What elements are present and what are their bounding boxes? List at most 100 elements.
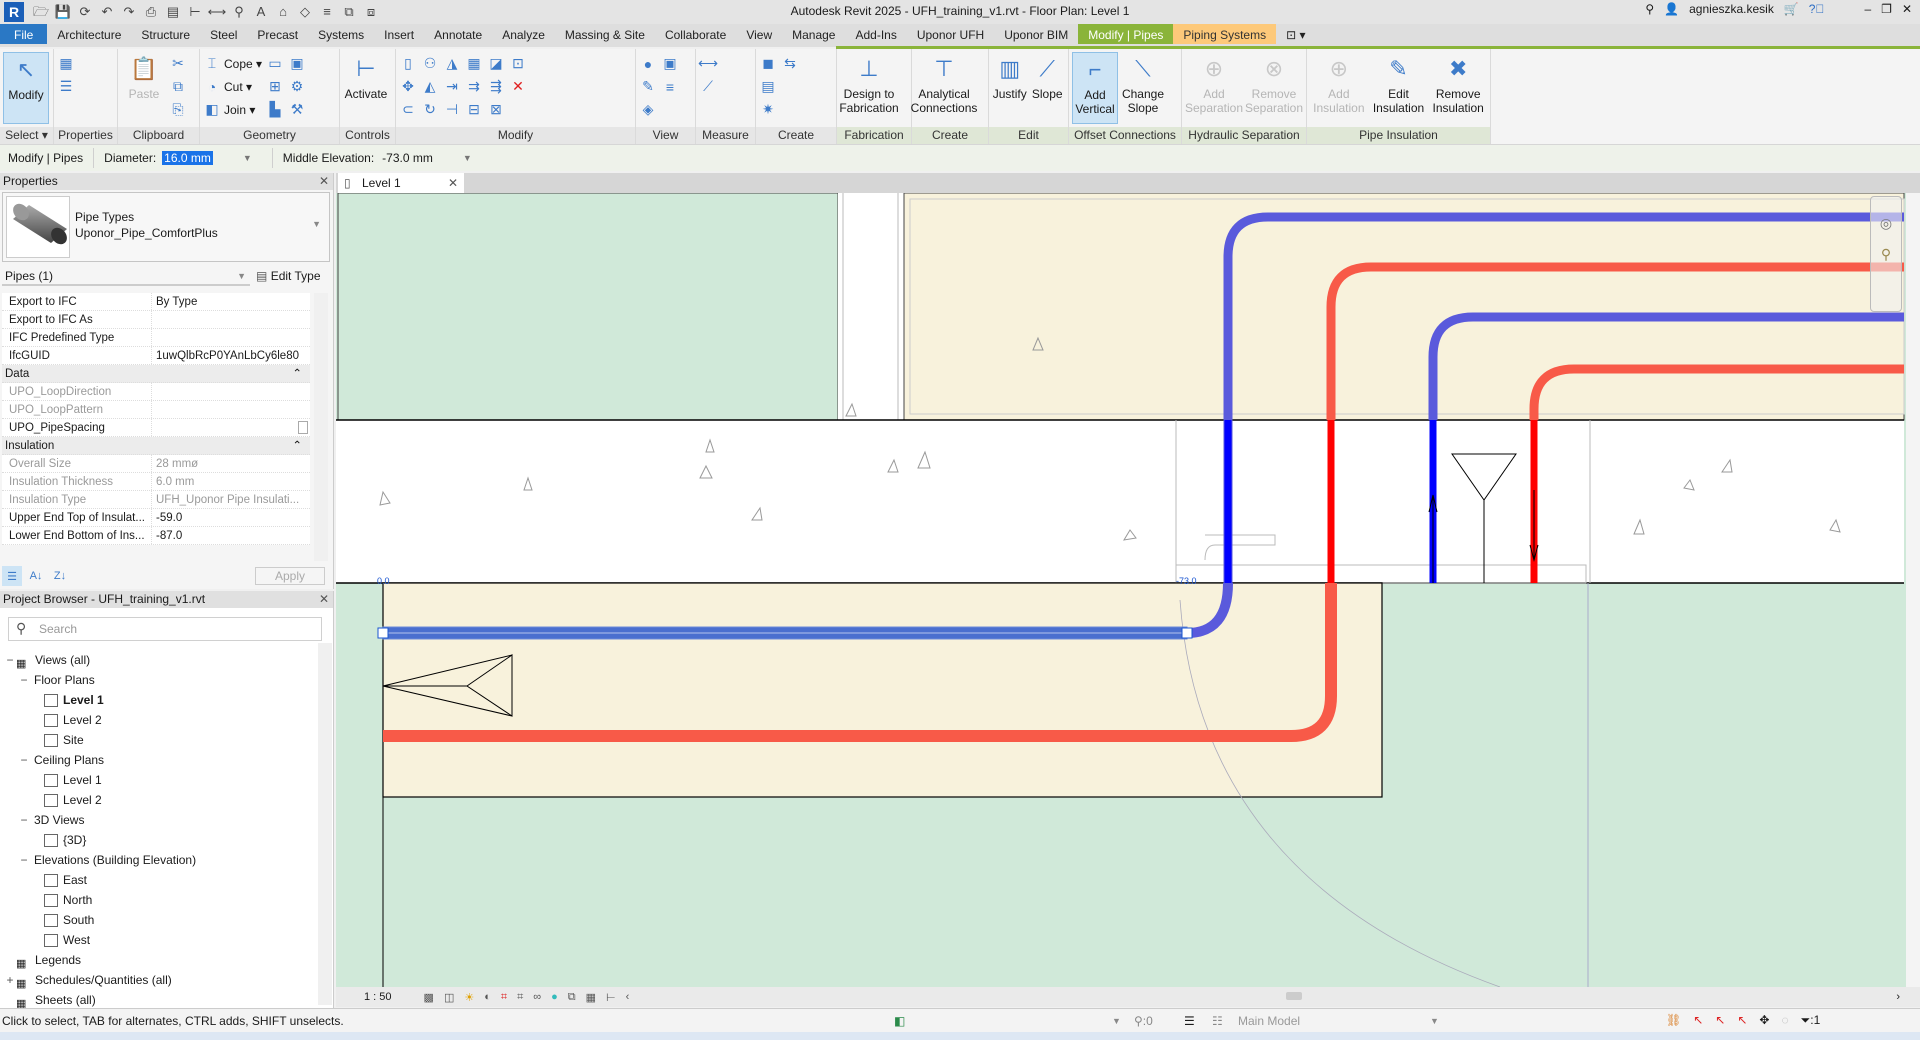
design-option-list-icon[interactable]: ☷ xyxy=(1212,1014,1223,1028)
property-group-data[interactable]: Data ⌃ xyxy=(2,365,310,383)
cope-button[interactable]: ⌶ Cope ▾ xyxy=(203,52,262,75)
move-button[interactable]: ✥ xyxy=(399,75,417,98)
browser-item[interactable]: South xyxy=(0,910,318,930)
hide-button[interactable]: ● xyxy=(639,52,657,75)
cart-icon[interactable]: 🛒 xyxy=(1784,2,1799,16)
show-crop-icon[interactable]: ⌗ xyxy=(517,991,523,1004)
visual-style-icon[interactable]: ◫ xyxy=(444,991,454,1004)
split-face-button[interactable]: ⊞ xyxy=(266,75,284,98)
type-properties-button[interactable]: ▦ xyxy=(57,52,75,75)
paint-button[interactable]: ▙ xyxy=(266,98,284,121)
sync-icon[interactable]: ⟳ xyxy=(74,2,96,22)
filter-button[interactable]: ▣ xyxy=(661,52,679,75)
property-group-insulation[interactable]: Insulation ⌃ xyxy=(2,437,310,455)
add-separation-button[interactable]: ⊕ Add Separation xyxy=(1185,52,1243,124)
drawing-canvas[interactable]: 0.0 -73.0 ◎ ⚲ xyxy=(336,192,1920,988)
edit-type-button[interactable]: ▤ Edit Type xyxy=(256,266,321,286)
slope-button[interactable]: ⟋ Slope xyxy=(1030,52,1066,124)
demolish-button[interactable]: ⚒ xyxy=(288,98,306,121)
property-value[interactable]: By Type xyxy=(152,293,310,310)
measure-icon[interactable]: ⟷ xyxy=(206,2,228,22)
worksets-icon[interactable]: ⚲:0 xyxy=(1134,1014,1153,1028)
close-icon[interactable]: ✕ xyxy=(448,173,458,193)
cut-button[interactable]: ✂ xyxy=(169,52,187,75)
paste-button[interactable]: 📋 Paste xyxy=(121,52,167,124)
justify-button[interactable]: ▥ Justify xyxy=(992,52,1028,124)
tab-systems[interactable]: Systems xyxy=(308,24,374,44)
open-icon[interactable]: 🗁 xyxy=(30,2,52,22)
tab-piping-systems[interactable]: Piping Systems xyxy=(1173,24,1277,44)
expand-toggle[interactable]: − xyxy=(18,850,30,870)
measure-distance-button[interactable]: ⟷ xyxy=(698,52,718,75)
background-process-icon[interactable]: ◌ xyxy=(1781,1013,1788,1028)
expand-toggle[interactable]: − xyxy=(4,650,16,670)
uncut-button[interactable]: ▭ xyxy=(266,52,284,75)
restore-button[interactable]: ❐ xyxy=(1881,2,1892,16)
panel-label[interactable]: Select ▾ xyxy=(0,127,53,144)
expand-toggle[interactable]: − xyxy=(18,750,30,770)
binoculars-icon[interactable]: ⚲ xyxy=(1645,2,1654,16)
remove-insulation-button[interactable]: ✖ Remove Insulation xyxy=(1429,52,1487,124)
zoom-icon[interactable]: ⚲ xyxy=(1871,246,1901,263)
apply-button[interactable]: Apply xyxy=(255,567,325,585)
unpin-button[interactable]: ⊡ xyxy=(509,52,527,75)
remove-separation-button[interactable]: ⊗ Remove Separation xyxy=(1245,52,1303,124)
tab-level-1[interactable]: ▯ Level 1 ✕ xyxy=(338,173,464,193)
sort-descending-icon[interactable]: Z↓ xyxy=(50,566,70,586)
properties-categorized-icon[interactable]: ☰ xyxy=(2,566,22,586)
trim-single-button[interactable]: ⇶ xyxy=(487,75,505,98)
reveal-hidden-icon[interactable]: ⧉ xyxy=(568,991,576,1004)
browser-item[interactable]: ▦ Sheets (all) xyxy=(0,990,318,1010)
chevron-down-icon[interactable]: ▼ xyxy=(312,219,321,229)
tab-massing-site[interactable]: Massing & Site xyxy=(555,24,655,44)
help-icon[interactable]: ?⃝ xyxy=(1809,2,1825,16)
create-parts-button[interactable]: ▤ xyxy=(759,75,777,98)
browser-search-input[interactable]: Search xyxy=(8,617,322,641)
active-model[interactable]: Main Model xyxy=(1238,1014,1300,1028)
property-value[interactable] xyxy=(152,311,310,328)
browser-item[interactable]: ▦ Legends xyxy=(0,950,318,970)
tab-insert[interactable]: Insert xyxy=(374,24,424,44)
save-icon[interactable]: 💾 xyxy=(52,2,74,22)
expand-toggle[interactable]: + xyxy=(4,970,16,990)
navigation-bar[interactable]: ◎ ⚲ xyxy=(1870,196,1902,312)
scroll-left-icon[interactable]: ‹ xyxy=(626,991,630,1004)
detail-level-icon[interactable]: ▩ xyxy=(424,991,434,1004)
edit-insulation-button[interactable]: ✎ Edit Insulation xyxy=(1370,52,1428,124)
diameter-field[interactable]: 16.0 mm xyxy=(162,151,213,165)
dimension-icon[interactable]: ⊢ xyxy=(184,2,206,22)
tag-icon[interactable]: ⚲ xyxy=(228,2,250,22)
section-icon[interactable]: ◇ xyxy=(294,2,316,22)
expand-toggle[interactable]: − xyxy=(18,810,30,830)
close-icon[interactable]: ✕ xyxy=(319,591,329,608)
browser-item[interactable]: East xyxy=(0,870,318,890)
trim-multiple-button[interactable]: ⇉ xyxy=(465,75,483,98)
browser-item[interactable]: North xyxy=(0,890,318,910)
revit-logo[interactable]: R xyxy=(4,2,24,22)
browser-item[interactable]: − ▦ Views (all) xyxy=(0,650,318,670)
tab-modify-pipes[interactable]: Modify | Pipes xyxy=(1078,24,1174,44)
select-underlay-icon[interactable]: ↖ xyxy=(1693,1013,1703,1028)
tab-uponor-bim[interactable]: Uponor BIM xyxy=(994,24,1078,44)
crop-view-icon[interactable]: ⌗ xyxy=(501,991,507,1004)
browser-item[interactable]: Level 1 xyxy=(0,770,318,790)
browser-item[interactable]: −3D Views xyxy=(0,810,318,830)
print-icon[interactable]: ⎙ xyxy=(140,2,162,22)
change-slope-button[interactable]: ⟍ Change Slope xyxy=(1120,52,1166,124)
property-value[interactable] xyxy=(152,419,298,436)
mirror-draw-button[interactable]: ◮ xyxy=(443,52,461,75)
scroll-right-icon[interactable]: › xyxy=(1896,991,1900,1003)
select-links-icon[interactable]: ⛓ xyxy=(1666,1013,1681,1028)
wall-joins-button[interactable]: ▣ xyxy=(288,52,306,75)
property-checkbox[interactable] xyxy=(298,421,308,434)
browser-item[interactable]: − Floor Plans xyxy=(0,670,318,690)
design-to-fabrication-button[interactable]: ⊥ Design to Fabrication xyxy=(839,52,898,124)
property-value[interactable]: -59.0 xyxy=(152,509,310,526)
browser-item[interactable]: West xyxy=(0,930,318,950)
analytical-connections-button[interactable]: ⊤ Analytical Connections xyxy=(911,52,978,124)
create-similar-button[interactable]: ⇆ xyxy=(781,52,799,75)
pin-button[interactable]: ⊠ xyxy=(487,98,505,121)
unlocked-3d-icon[interactable]: ∞ xyxy=(533,991,541,1004)
worksharing-display-icon[interactable]: ▦ xyxy=(586,991,596,1004)
tab-file[interactable]: File xyxy=(0,24,48,44)
